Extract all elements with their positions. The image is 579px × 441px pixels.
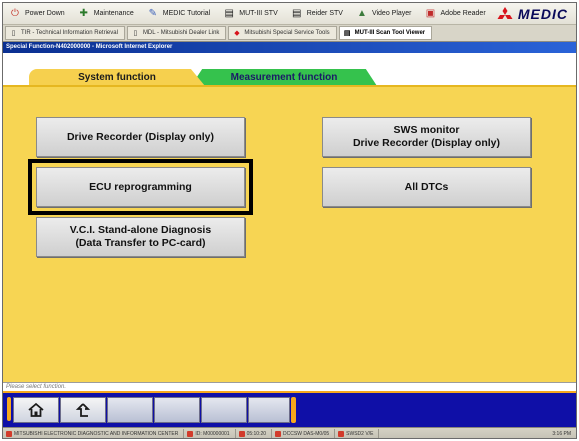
taskbar-item[interactable]: MITSUBISHI ELECTRONIC DIAGNOSTIC AND INF… [3,428,185,438]
button-label-line2: (Data Transfer to PC-card) [75,237,206,249]
window-title-bar: Special Function-N402000000 - Microsoft … [3,42,576,53]
toolbar-label: MEDIC Tutorial [162,10,211,17]
status-bar: Please select function. [3,382,576,391]
tab-mut-viewer[interactable]: ▤ MUT-III Scan Tool Viewer [338,26,433,40]
function-tabs: Measurement function System function [3,53,576,86]
nav-left-cap [7,397,11,421]
tab-label: Mitsubishi Special Service Tools [244,30,330,36]
vci-standalone-button[interactable]: V.C.I. Stand-alone Diagnosis (Data Trans… [36,217,245,257]
reider-icon: ▤ [292,7,302,19]
ecu-reprogramming-button[interactable]: ECU reprogramming [36,167,245,207]
taskbar-label: 05:10:20 [246,431,267,437]
toolbar-label: Video Player [371,10,412,17]
tutorial-icon: ✎ [148,7,157,19]
mut-icon: ▤ [343,29,351,37]
toolbar-label: Maintenance [93,10,134,17]
toolbar-label: Power Down [25,10,65,17]
all-dtcs-button[interactable]: All DTCs [322,167,531,207]
tab-system-function[interactable]: System function [29,69,205,86]
medic-logo: MEDIC [495,6,576,22]
taskbar-label: MITSUBISHI ELECTRONIC DIAGNOSTIC AND INF… [14,431,179,437]
button-label: ECU reprogramming [89,180,192,193]
nav-empty-slot [248,397,290,423]
button-label-line1: SWS monitor [393,124,460,136]
taskbar-item[interactable]: DCCSW DAS-M0/05 [272,428,336,438]
nav-empty-slot [201,397,247,423]
app-window: ⏻ Power Down ✚ Maintenance ✎ MEDIC Tutor… [2,2,577,439]
return-arrow-icon [75,403,91,417]
mitsubishi-icon: ◆ [234,29,240,37]
logo-text: MEDIC [517,5,568,22]
tab-label: TIR - Technical Information Retrieval [21,30,118,36]
wrench-icon: ✚ [79,7,88,19]
button-label: Drive Recorder (Display only) [66,130,215,143]
toolbar-power-down[interactable]: ⏻ Power Down [3,3,72,25]
drive-recorder-button[interactable]: Drive Recorder (Display only) [36,117,245,157]
toolbar-adobe-reader[interactable]: ▣ Adobe Reader [419,3,493,25]
tab-mdl[interactable]: ▯ MDL - Mitsubishi Dealer Link [126,26,227,40]
video-icon: ▲ [356,7,367,19]
app-icon [275,431,282,437]
toolbar-mut-stv[interactable]: ▤ MUT-III STV [217,3,285,25]
toolbar-medic-tutorial[interactable]: ✎ MEDIC Tutorial [141,3,217,25]
tab-measurement-function[interactable]: Measurement function [191,69,377,86]
nav-empty-slot [154,397,200,423]
home-button[interactable] [13,397,59,423]
button-label: All DTCs [404,180,449,193]
function-panel: Drive Recorder (Display only) SWS monito… [3,85,576,382]
top-toolbar: ⏻ Power Down ✚ Maintenance ✎ MEDIC Tutor… [3,3,576,25]
toolbar-video-player[interactable]: ▲ Video Player [350,3,419,25]
taskbar-label: SWSD2 V/E [346,431,374,437]
app-icon [6,431,12,437]
button-label-line1: V.C.I. Stand-alone Diagnosis [69,224,212,236]
nav-right-cap [291,397,296,423]
button-label-line2: Drive Recorder (Display only) [352,137,501,149]
system-tray-clock: 3:16 PM [549,429,576,439]
app-icon [238,431,245,437]
app-icon [338,431,345,437]
app-icon [187,431,194,437]
browser-tab-strip: ▯ TIR - Technical Information Retrieval … [3,25,576,42]
bottom-nav [3,391,576,427]
tab-label: MUT-III Scan Tool Viewer [354,30,426,36]
back-button[interactable] [60,397,106,423]
nav-empty-slot [107,397,153,423]
document-icon: ▯ [133,29,138,37]
taskbar-item[interactable]: ID: M00000001 [184,428,236,438]
windows-taskbar: MITSUBISHI ELECTRONIC DIAGNOSTIC AND INF… [3,427,576,439]
taskbar-item[interactable]: 05:10:20 [236,428,273,438]
toolbar-label: Reider STV [306,10,343,17]
power-icon: ⏻ [11,7,19,19]
toolbar-reider-stv[interactable]: ▤ Reider STV [285,3,350,25]
toolbar-maintenance[interactable]: ✚ Maintenance [72,3,141,25]
taskbar-label: ID: M00000001 [195,431,230,437]
toolbar-label: MUT-III STV [239,10,278,17]
tab-label: MDL - Mitsubishi Dealer Link [142,30,220,36]
clock-text: 3:16 PM [552,431,571,437]
tab-special-tools[interactable]: ◆ Mitsubishi Special Service Tools [228,26,337,40]
tab-tir[interactable]: ▯ TIR - Technical Information Retrieval [5,26,125,40]
document-icon: ▯ [11,29,16,37]
home-icon [28,402,44,417]
mitsubishi-diamonds-icon [497,6,513,19]
mut-icon: ▤ [224,7,234,19]
taskbar-item[interactable]: SWSD2 V/E [335,428,380,438]
sws-monitor-button[interactable]: SWS monitor Drive Recorder (Display only… [322,117,531,157]
adobe-icon: ▣ [425,7,436,19]
toolbar-label: Adobe Reader [440,10,486,17]
taskbar-label: DCCSW DAS-M0/05 [283,431,330,437]
